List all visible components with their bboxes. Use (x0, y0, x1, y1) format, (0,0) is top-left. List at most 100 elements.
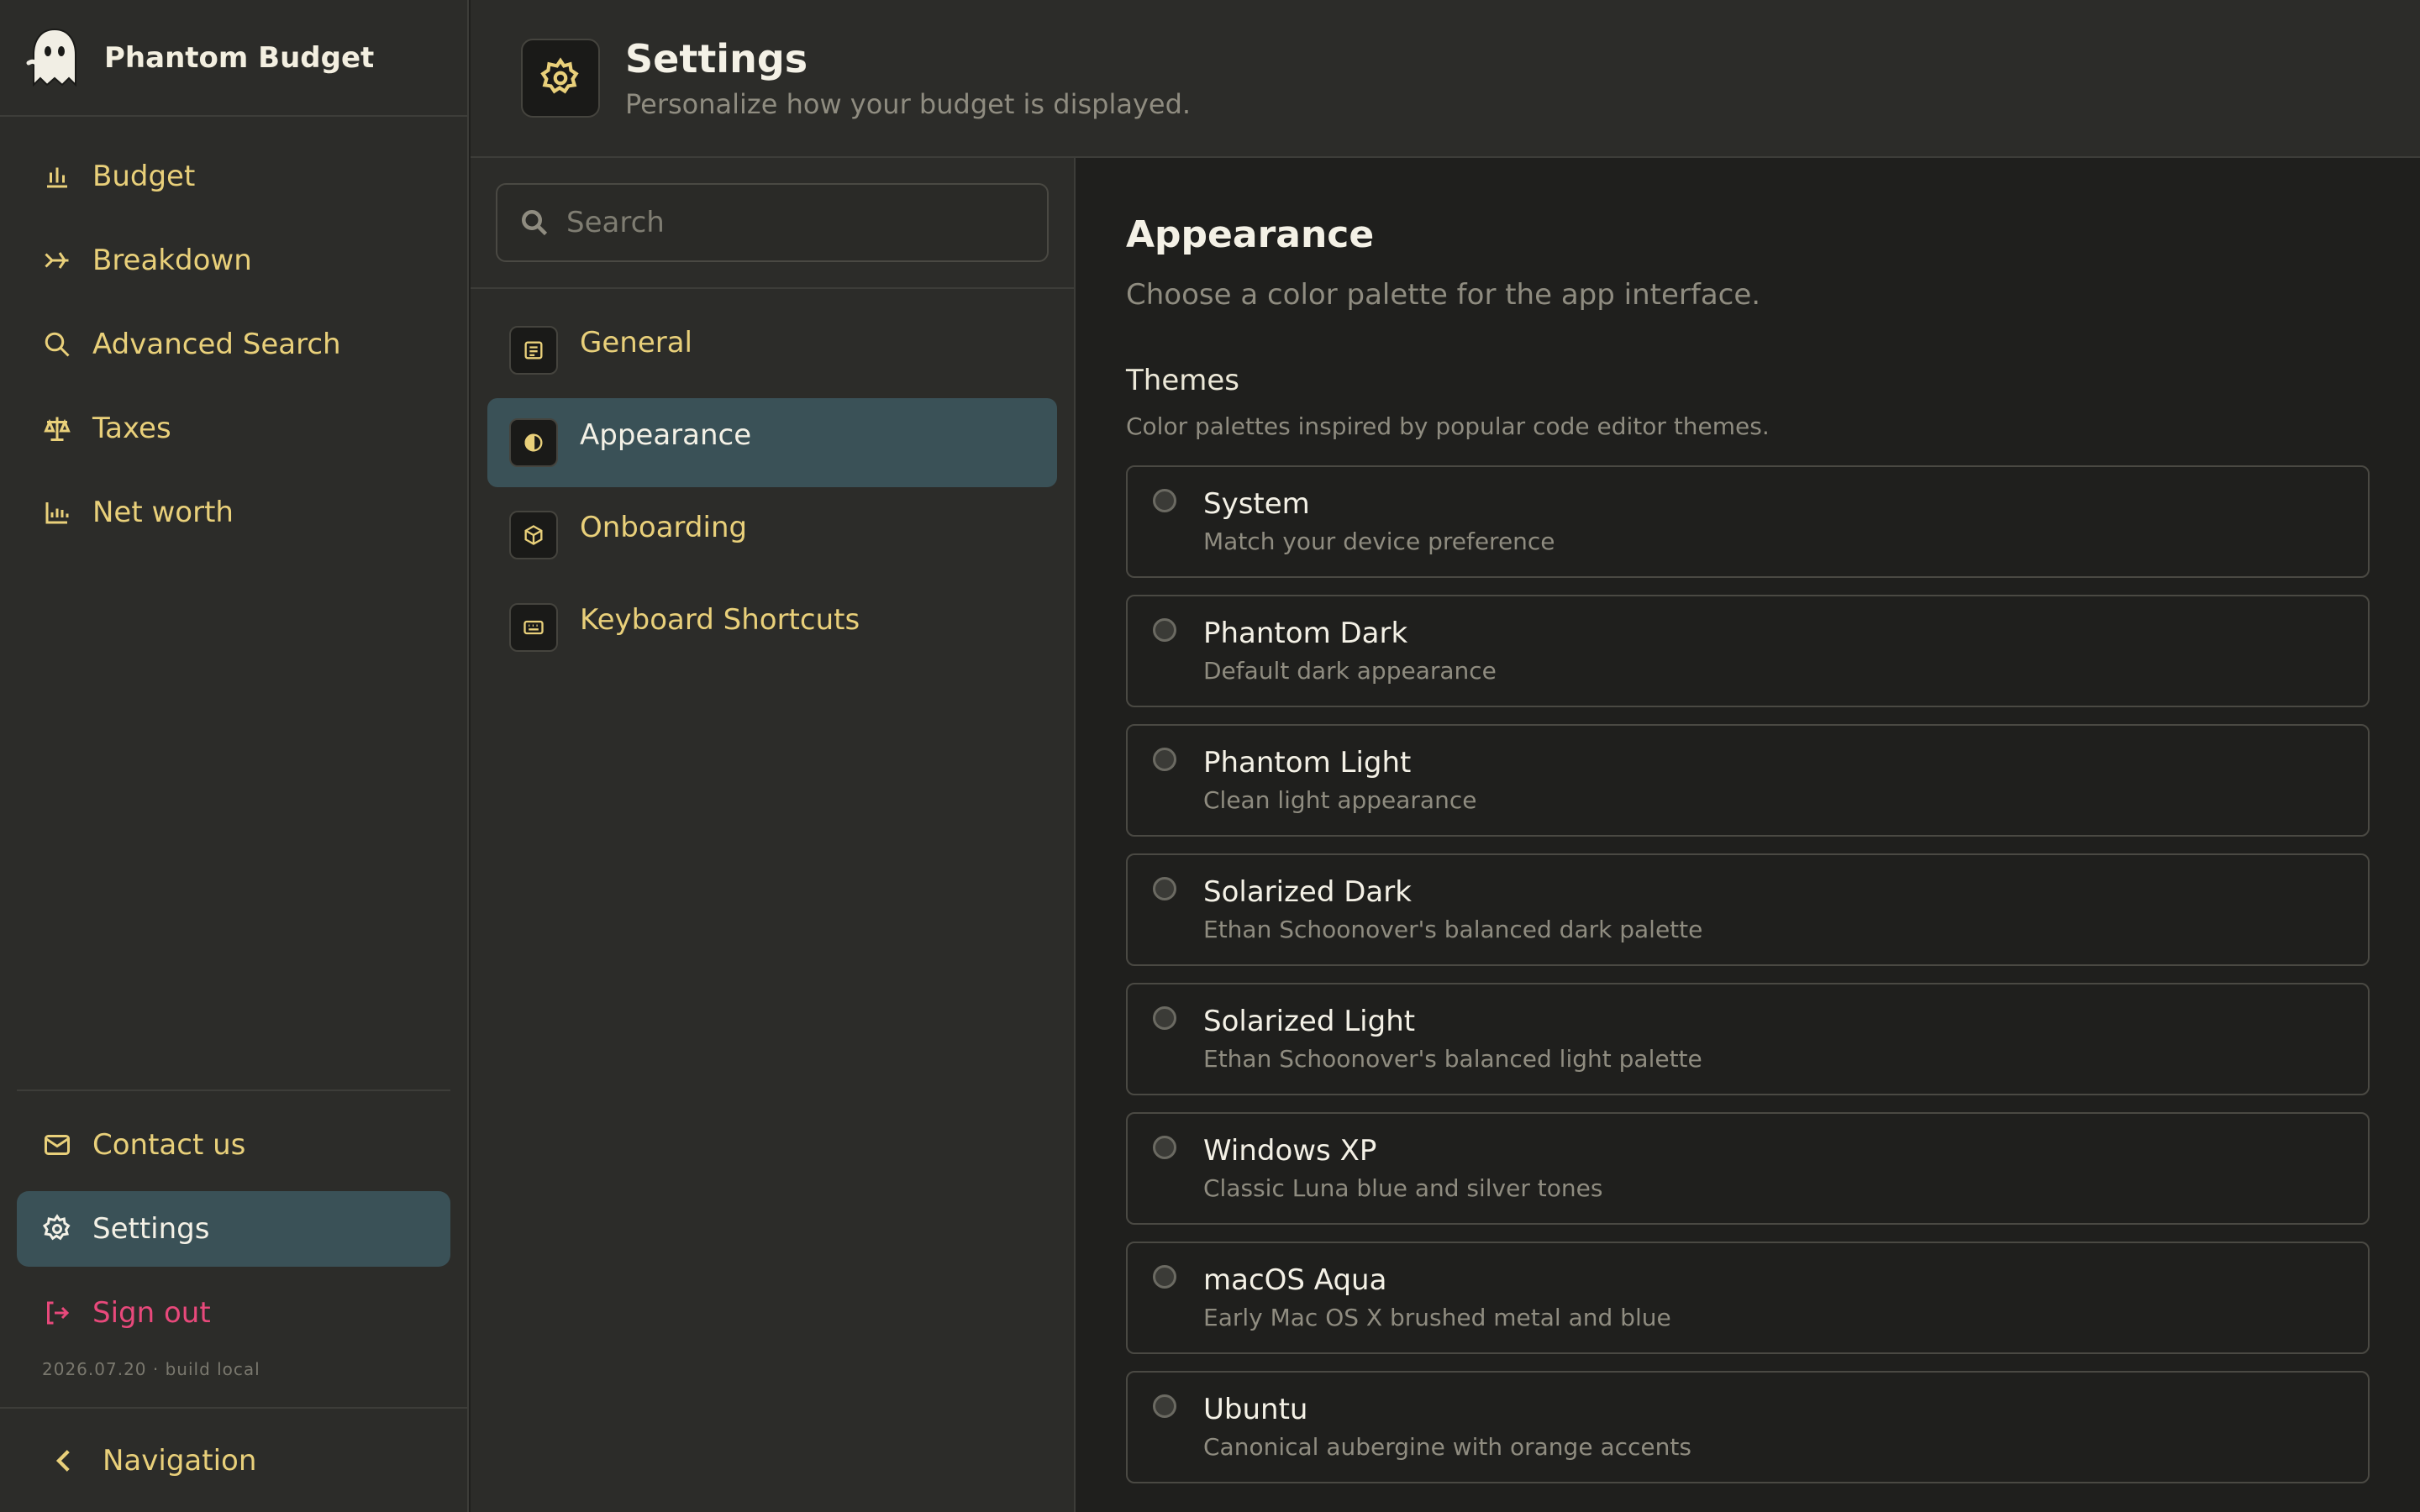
search-icon (45, 332, 70, 357)
page-header: Settings Personalize how your budget is … (471, 0, 2420, 158)
search-wrap (471, 158, 1074, 289)
theme-radio[interactable] (1153, 489, 1176, 512)
nav-item-taxes[interactable]: Taxes (17, 391, 450, 466)
theme-option-macos-aqua[interactable]: macOS Aqua Early Mac OS X brushed metal … (1126, 1242, 2370, 1354)
theme-desc: Match your device preference (1203, 528, 1555, 555)
nav-item-label: Taxes (92, 412, 171, 445)
theme-radio[interactable] (1153, 1136, 1176, 1159)
category-keyboard-shortcuts[interactable]: Keyboard Shortcuts (487, 583, 1057, 672)
theme-name: Solarized Light (1203, 1005, 1416, 1038)
mail-icon (45, 1135, 70, 1155)
search-icon (522, 210, 548, 236)
build-version: 2026.07.20 · build local (42, 1359, 260, 1379)
nav-item-breakdown[interactable]: Breakdown (17, 223, 450, 298)
ghost-logo-icon (26, 28, 76, 87)
theme-option-solarized-dark[interactable]: Solarized Dark Ethan Schoonover's balanc… (1126, 853, 2370, 966)
category-general[interactable]: General (487, 306, 1057, 395)
theme-radio[interactable] (1153, 748, 1176, 771)
navigation-collapse-button[interactable]: Navigation (0, 1407, 467, 1512)
nav-item-advanced-search[interactable]: Advanced Search (17, 307, 450, 382)
category-appearance[interactable]: Appearance (487, 398, 1057, 487)
section-subtitle: Choose a color palette for the app inter… (1126, 278, 1761, 312)
theme-option-system[interactable]: System Match your device preference (1126, 465, 2370, 578)
themes-title: Themes (1126, 364, 1239, 397)
theme-desc: Default dark appearance (1203, 657, 1497, 685)
theme-name: Phantom Dark (1203, 617, 1408, 650)
nav-item-settings[interactable]: Settings (17, 1191, 450, 1267)
theme-name: Windows XP (1203, 1134, 1377, 1168)
nav-item-label: Settings (92, 1212, 210, 1246)
sidebar-bottom: Contact us Settings Sign out 2026.07.20 … (0, 1107, 467, 1379)
nav-item-label: Breakdown (92, 244, 252, 277)
navigation-label: Navigation (103, 1443, 257, 1478)
box-icon (524, 525, 543, 545)
nav-item-budget[interactable]: Budget (17, 139, 450, 214)
theme-name: System (1203, 487, 1310, 521)
theme-desc: Clean light appearance (1203, 786, 1477, 814)
category-icon-box (509, 418, 558, 467)
settings-categories: General Appearance Onboarding Keyboard S… (471, 158, 1076, 1512)
keyboard-icon (523, 620, 544, 635)
page-subtitle: Personalize how your budget is displayed… (625, 88, 1192, 120)
category-icon-box (509, 603, 558, 652)
search-box[interactable] (496, 183, 1049, 262)
sign-out-icon (47, 1301, 70, 1325)
theme-radio[interactable] (1153, 1265, 1176, 1289)
theme-option-phantom-dark[interactable]: Phantom Dark Default dark appearance (1126, 595, 2370, 707)
sidebar-divider (17, 1089, 450, 1091)
nav-item-contact-us[interactable]: Contact us (17, 1107, 450, 1183)
category-list: General Appearance Onboarding Keyboard S… (471, 289, 1074, 672)
nav-item-label: Net worth (92, 496, 234, 529)
header-icon-box (521, 39, 600, 118)
theme-desc: Ethan Schoonover's balanced dark palette (1203, 916, 1703, 943)
theme-option-phantom-light[interactable]: Phantom Light Clean light appearance (1126, 724, 2370, 837)
category-label: General (580, 326, 692, 360)
theme-radio[interactable] (1153, 618, 1176, 642)
app-name: Phantom Budget (104, 40, 375, 75)
theme-desc: Canonical aubergine with orange accents (1203, 1433, 1691, 1461)
themes-subtitle: Color palettes inspired by popular code … (1126, 412, 1770, 440)
category-label: Keyboard Shortcuts (580, 603, 860, 637)
theme-list: System Match your device preference Phan… (1126, 465, 2370, 1483)
gear-icon (42, 1214, 71, 1241)
category-label: Onboarding (580, 511, 748, 544)
theme-name: Phantom Light (1203, 746, 1412, 780)
theme-option-ubuntu[interactable]: Ubuntu Canonical aubergine with orange a… (1126, 1371, 2370, 1483)
theme-desc: Ethan Schoonover's balanced light palett… (1203, 1045, 1702, 1073)
line-chart-icon (45, 502, 69, 524)
nav-item-net-worth[interactable]: Net worth (17, 475, 450, 550)
document-icon (524, 341, 543, 360)
theme-option-windows-xp[interactable]: Windows XP Classic Luna blue and silver … (1126, 1112, 2370, 1225)
category-label: Appearance (580, 418, 752, 452)
theme-name: Ubuntu (1203, 1393, 1308, 1426)
nav-item-label: Advanced Search (92, 328, 341, 361)
nav-item-label: Sign out (92, 1296, 211, 1330)
gear-icon (540, 57, 579, 94)
category-icon-box (509, 326, 558, 375)
main-nav: Budget Breakdown Advanced Search Taxes N… (0, 117, 467, 550)
brand[interactable]: Phantom Budget (0, 0, 467, 117)
category-icon-box (509, 511, 558, 559)
scale-icon (44, 417, 71, 441)
split-arrows-icon (45, 252, 69, 269)
theme-name: Solarized Dark (1203, 875, 1412, 909)
nav-item-label: Contact us (92, 1128, 246, 1162)
nav-item-label: Budget (92, 160, 196, 193)
search-input[interactable] (566, 206, 1003, 239)
theme-radio[interactable] (1153, 1394, 1176, 1418)
theme-desc: Classic Luna blue and silver tones (1203, 1174, 1603, 1202)
sidebar: Phantom Budget Budget Breakdown Advanced… (0, 0, 469, 1512)
theme-name: macOS Aqua (1203, 1263, 1387, 1297)
theme-option-solarized-light[interactable]: Solarized Light Ethan Schoonover's balan… (1126, 983, 2370, 1095)
theme-radio[interactable] (1153, 877, 1176, 900)
bar-chart-icon (47, 167, 67, 188)
theme-desc: Early Mac OS X brushed metal and blue (1203, 1304, 1671, 1331)
nav-item-sign-out[interactable]: Sign out (17, 1275, 450, 1351)
appearance-panel: Appearance Choose a color palette for th… (1077, 158, 2420, 1512)
theme-radio[interactable] (1153, 1006, 1176, 1030)
half-circle-icon (524, 433, 543, 452)
chevron-left-icon (55, 1449, 70, 1472)
section-title: Appearance (1126, 213, 1375, 256)
category-onboarding[interactable]: Onboarding (487, 491, 1057, 580)
page-title: Settings (625, 36, 808, 81)
